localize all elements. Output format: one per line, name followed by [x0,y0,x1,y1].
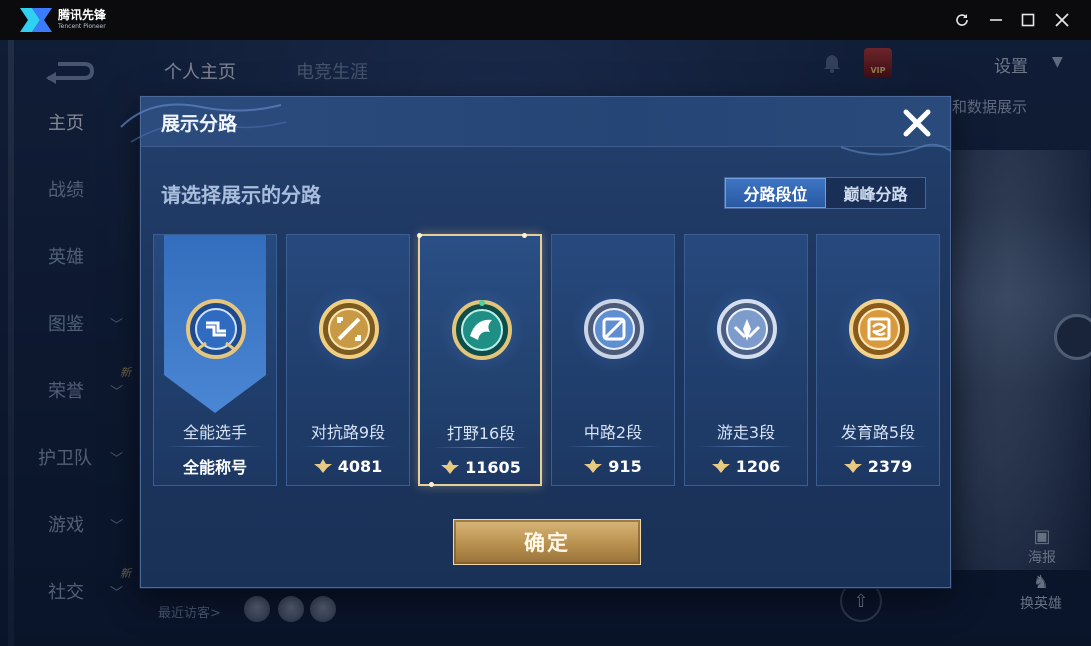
score-row: 11605 [420,454,542,480]
mid-lane-badge-icon [584,299,644,359]
score-icon [584,459,603,473]
roam-badge-icon [717,299,777,359]
score-icon [711,459,730,473]
corner-dot [417,233,422,238]
score-row: 4081 [287,453,409,479]
lane-card-farm[interactable]: 发育路5段 2379 [816,234,940,486]
divider [564,446,662,447]
clash-lane-badge-icon [319,299,379,359]
tab-lane-rank[interactable]: 分路段位 [725,178,826,208]
select-prompt: 请选择展示的分路 [161,183,321,207]
divider [829,446,927,447]
close-window-icon[interactable] [1050,8,1074,32]
lane-label: 全能选手 [182,423,247,442]
maximize-icon[interactable] [1016,8,1040,32]
all-round-badge-icon [186,299,246,359]
mode-toggle: 分路段位 巅峰分路 [724,177,926,209]
score-icon [313,459,332,473]
lane-card-jungle[interactable]: 打野16段 11605 [417,233,542,487]
score-icon [441,460,460,474]
score-row: 1206 [685,453,807,479]
lane-card-clash[interactable]: 对抗路9段 4081 [286,234,410,486]
app-name: 腾讯先锋 [58,8,107,22]
divider [432,447,530,448]
score-row: 2379 [817,453,939,479]
score-row: 全能称号 [154,453,276,479]
corner-dot [522,233,527,238]
close-dialog-button[interactable] [897,103,937,143]
jungle-badge-icon [452,300,512,360]
lane-label: 发育路5段 [840,423,916,442]
lane-card-roam[interactable]: 游走3段 1206 [684,234,808,486]
score-icon [843,459,862,473]
lane-score: 1206 [735,456,781,476]
lane-score: 2379 [867,456,913,476]
lane-label: 对抗路9段 [310,423,386,442]
lane-title: 全能称号 [182,458,247,477]
close-icon [903,109,931,137]
lane-card-mid[interactable]: 中路2段 915 [551,234,675,486]
minimize-icon[interactable] [984,8,1008,32]
lane-score: 4081 [337,456,383,476]
lane-label: 打野16段 [446,424,516,443]
divider [299,446,397,447]
confirm-button[interactable]: 确定 [453,519,641,565]
app-subtitle: Tencent Pioneer [58,23,106,30]
dialog-title: 展示分路 [161,113,238,135]
dialog-header: 展示分路 [120,97,951,156]
lane-score: 11605 [465,457,521,477]
tab-peak-lane[interactable]: 巅峰分路 [826,178,925,208]
refresh-icon[interactable] [950,8,974,32]
lane-select-dialog: 展示分路 请选择展示的分路 分路段位 巅峰分路 全能选手 全能称号 对抗路9段 … [120,96,951,588]
divider [166,446,264,447]
app-logo-icon [20,8,52,32]
lane-score: 915 [608,456,642,476]
divider [697,446,795,447]
corner-dot [429,482,434,487]
emulator-titlebar: 腾讯先锋 Tencent Pioneer [0,0,1091,40]
lane-label: 中路2段 [583,423,643,442]
lane-card-all-round[interactable]: 全能选手 全能称号 [153,234,277,486]
farm-lane-badge-icon [849,299,909,359]
lane-label: 游走3段 [716,423,776,442]
score-row: 915 [552,453,674,479]
